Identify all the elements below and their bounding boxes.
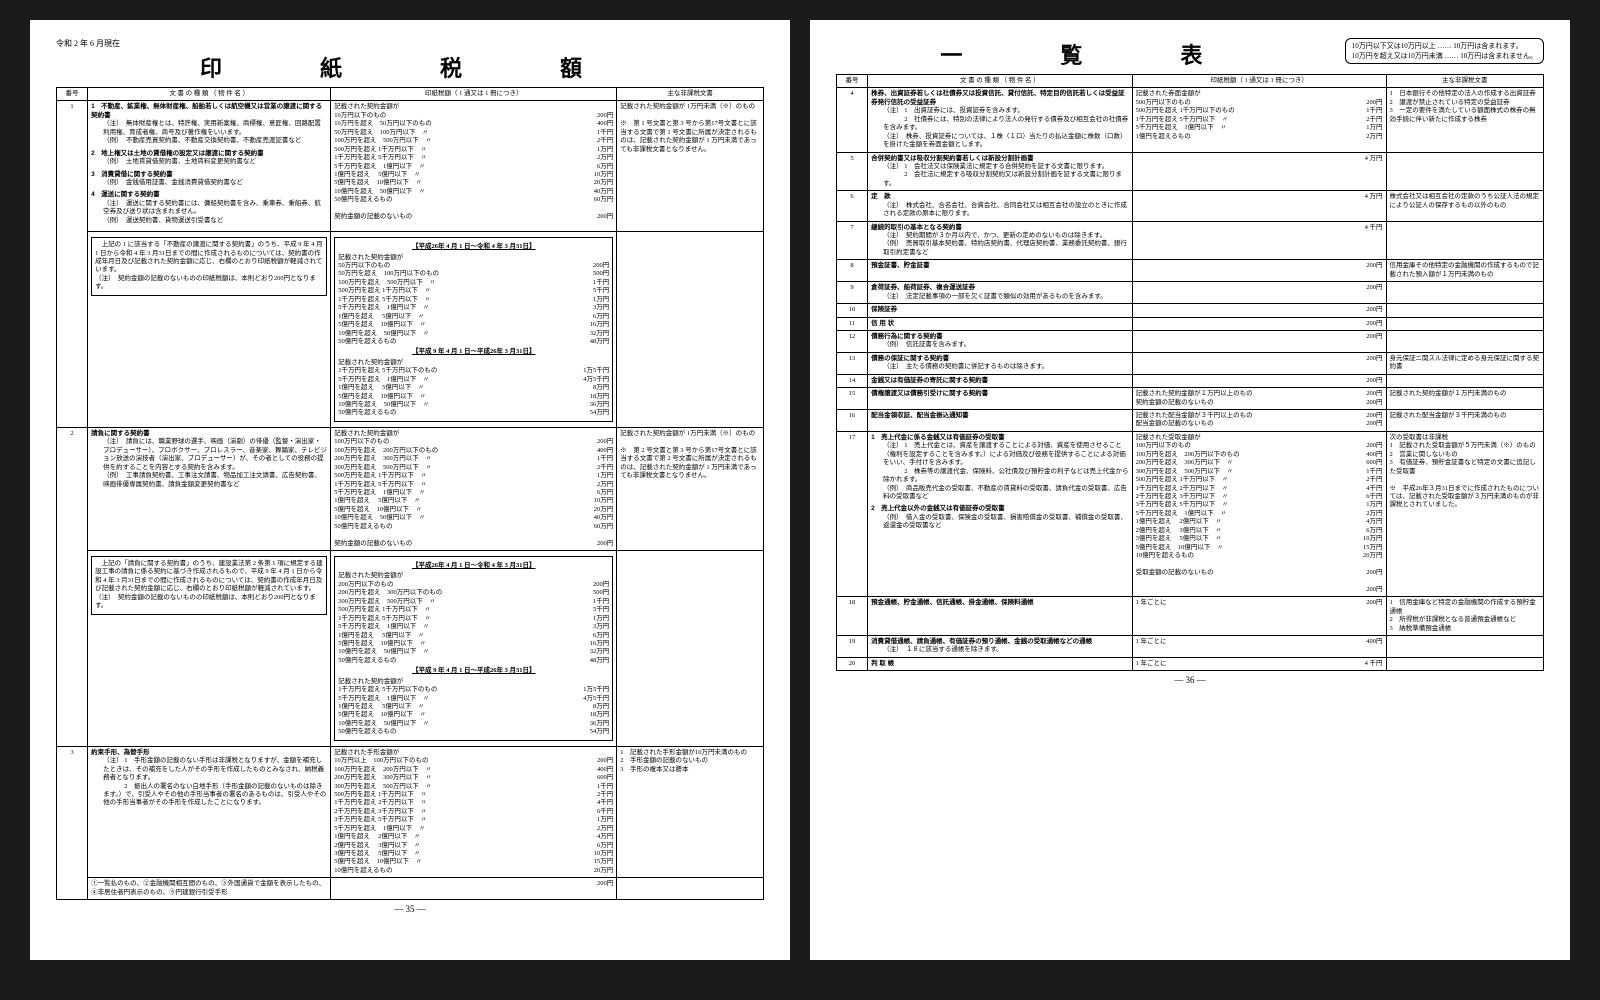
page-left: 令和 2 年 6 月現在 印 紙 税 額 番号 文 書 の 種 類 （ 物 件 … [30,20,790,960]
page-number-right: — 36 — [836,675,1544,685]
stamp-tax-table-right: 番号 文 書 の 種 類 （ 物 件 名 ） 印紙税額（ 1 通又は 1 冊につ… [836,74,1544,671]
page-number-left: — 35 — [56,904,764,914]
stamp-tax-table-left: 番号 文 書 の 種 類 （ 物 件 名 ） 印紙税額（ 1 通又は 1 冊につ… [56,87,764,900]
page-right: 10万円以下又は10万円以上 …… 10万円は含まれます。 10万円を超え又は1… [810,20,1570,960]
col-doc: 文 書 の 種 類 （ 物 件 名 ） [88,88,331,101]
col-tax: 印紙税額（ 1 通又は 1 冊につき） [331,88,617,101]
col-exempt: 主な非課税文書 [617,88,764,101]
threshold-note: 10万円以下又は10万円以上 …… 10万円は含まれます。 10万円を超え又は1… [1345,38,1544,64]
as-of-date: 令和 2 年 6 月現在 [56,38,764,49]
title-left: 印 紙 税 額 [56,51,764,83]
col-num: 番号 [57,88,88,101]
